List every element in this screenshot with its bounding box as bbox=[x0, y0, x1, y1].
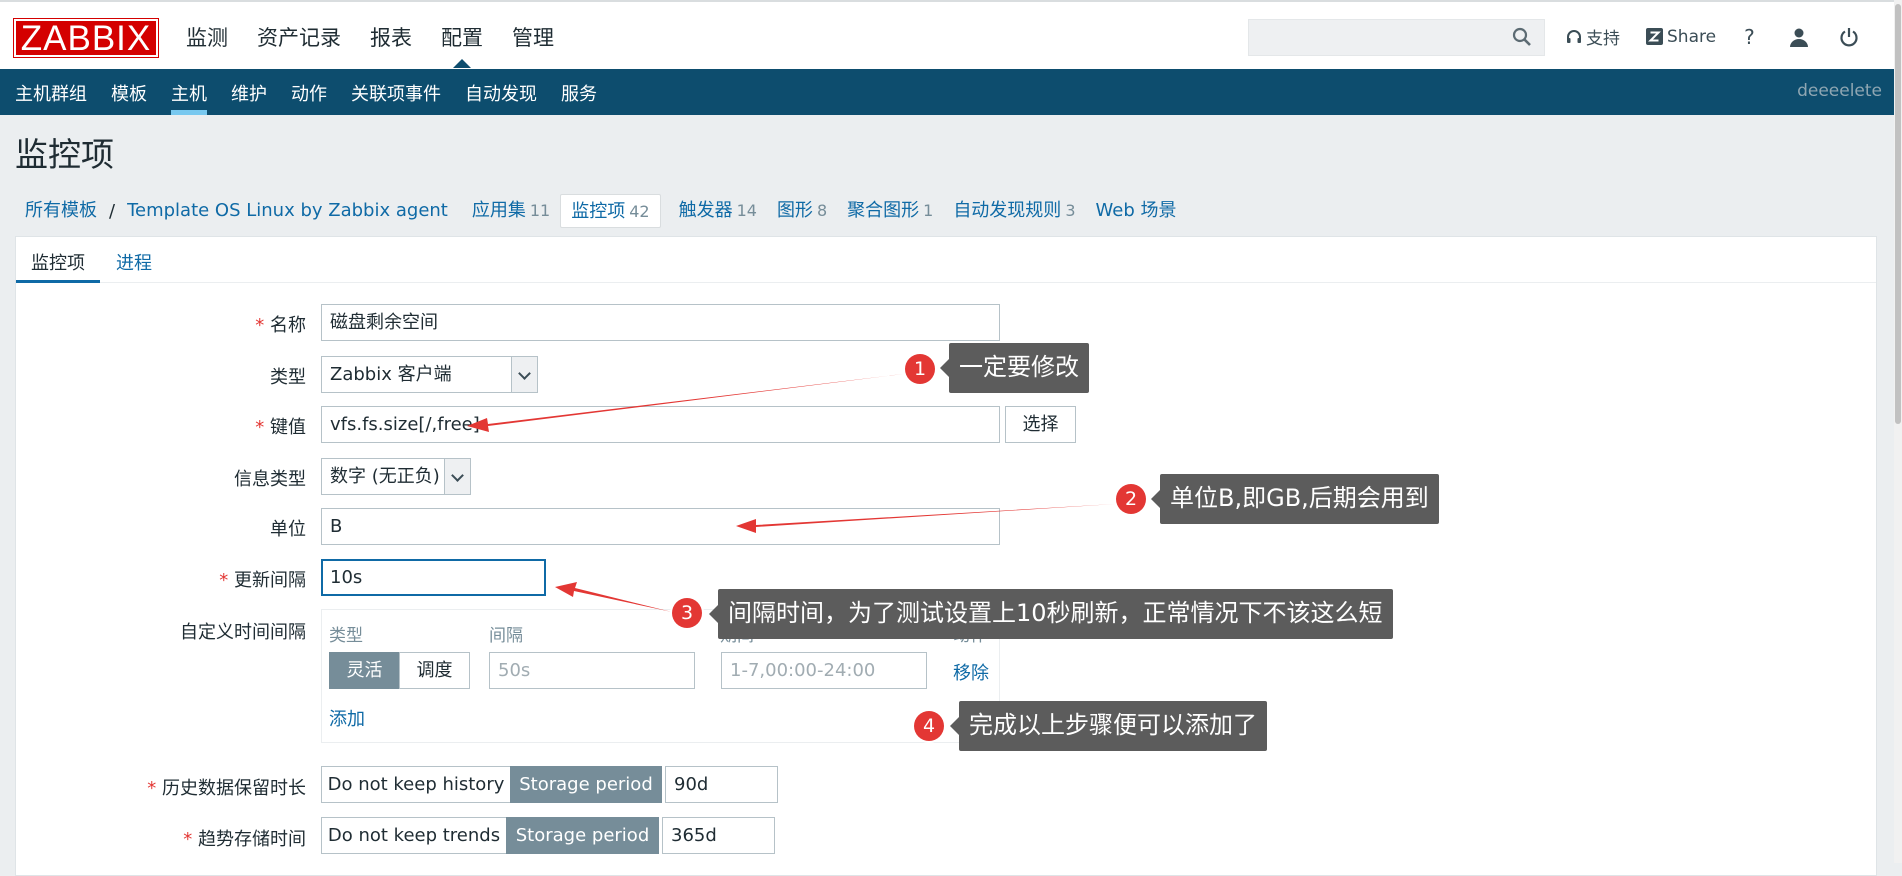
name-label: 名称 bbox=[255, 311, 306, 337]
share-link[interactable]: Share bbox=[1646, 27, 1716, 47]
units-label: 单位 bbox=[270, 519, 306, 540]
trends-period-field[interactable]: 365d bbox=[662, 817, 775, 854]
power-icon bbox=[1840, 27, 1858, 46]
subnav-hosts[interactable]: 主机 bbox=[171, 80, 207, 115]
type-label: 类型 bbox=[270, 367, 306, 388]
tab-preprocessing[interactable]: 进程 bbox=[116, 249, 152, 275]
key-field[interactable]: vfs.fs.size[/,free] bbox=[321, 406, 1000, 443]
col-interval-header: 间隔 bbox=[489, 626, 523, 646]
annotation-callout-4: 完成以上步骤便可以添加了 bbox=[950, 701, 1267, 751]
breadcrumb-web-scenarios[interactable]: Web 场景 bbox=[1086, 194, 1187, 228]
headset-icon bbox=[1567, 29, 1581, 43]
type-select[interactable]: Zabbix 客户端 bbox=[321, 356, 538, 393]
share-z-icon bbox=[1646, 28, 1663, 45]
custom-period-input[interactable]: 1-7,00:00-24:00 bbox=[721, 652, 927, 689]
trends-no-keep-toggle[interactable]: Do not keep trends bbox=[321, 817, 507, 854]
breadcrumb-items[interactable]: 监控项 42 bbox=[560, 194, 661, 228]
scrollbar-thumb[interactable] bbox=[1895, 4, 1901, 424]
chevron-down-icon bbox=[444, 459, 470, 494]
page-title: 监控项 bbox=[15, 135, 114, 174]
subnav-host-groups[interactable]: 主机群组 bbox=[15, 80, 87, 115]
flexible-toggle[interactable]: 灵活 bbox=[329, 652, 400, 689]
current-user: deeeelete bbox=[1797, 81, 1882, 101]
zabbix-logo[interactable]: ZABBIX bbox=[13, 18, 159, 58]
breadcrumb-all-templates[interactable]: 所有模板 bbox=[15, 194, 107, 228]
tab-item[interactable]: 监控项 bbox=[16, 249, 100, 283]
select-key-button[interactable]: 选择 bbox=[1005, 406, 1076, 443]
update-interval-field[interactable]: 10s bbox=[321, 559, 546, 596]
subnav-actions[interactable]: 动作 bbox=[291, 80, 327, 115]
breadcrumb-template[interactable]: Template OS Linux by Zabbix agent bbox=[117, 194, 458, 228]
subnav-maintenance[interactable]: 维护 bbox=[231, 80, 267, 115]
subnav-templates[interactable]: 模板 bbox=[111, 80, 147, 115]
key-label: 键值 bbox=[255, 413, 306, 439]
remove-interval-link[interactable]: 移除 bbox=[953, 659, 989, 685]
info-type-select[interactable]: 数字 (无正负) bbox=[321, 458, 471, 495]
history-label: 历史数据保留时长 bbox=[147, 774, 306, 800]
top-bar: ZABBIX 监测 资产记录 报表 配置 管理 支持 Share ? bbox=[0, 0, 1894, 69]
menu-reports[interactable]: 报表 bbox=[370, 22, 412, 68]
sub-navigation: 主机群组 模板 主机 维护 动作 关联项事件 自动发现 服务 deeeelete bbox=[0, 69, 1894, 115]
custom-intervals-label: 自定义时间间隔 bbox=[180, 622, 306, 643]
col-type-header: 类型 bbox=[329, 626, 363, 646]
breadcrumb-triggers[interactable]: 触发器 14 bbox=[669, 194, 767, 228]
menu-monitoring[interactable]: 监测 bbox=[186, 22, 228, 68]
annotation-badge-2: 2 bbox=[1116, 484, 1146, 514]
chevron-down-icon bbox=[511, 357, 537, 392]
annotation-callout-1: 一定要修改 bbox=[940, 343, 1089, 393]
search-icon[interactable] bbox=[1512, 27, 1532, 47]
trends-storage-toggle[interactable]: Storage period bbox=[506, 817, 659, 854]
name-field[interactable]: 磁盘剩余空间 bbox=[321, 304, 1000, 341]
units-field[interactable]: B bbox=[321, 508, 1000, 545]
breadcrumb-graphs[interactable]: 图形 8 bbox=[767, 194, 837, 228]
menu-inventory[interactable]: 资产记录 bbox=[257, 22, 341, 68]
page-scrollbar[interactable] bbox=[1894, 0, 1902, 863]
history-no-keep-toggle[interactable]: Do not keep history bbox=[321, 766, 511, 803]
main-menu: 监测 资产记录 报表 配置 管理 bbox=[186, 22, 554, 68]
breadcrumb: 所有模板 / Template OS Linux by Zabbix agent… bbox=[15, 194, 1186, 228]
annotation-callout-2: 单位B,即GB,后期会用到 bbox=[1151, 474, 1439, 524]
breadcrumb-screens[interactable]: 聚合图形 1 bbox=[837, 194, 943, 228]
history-period-field[interactable]: 90d bbox=[665, 766, 778, 803]
subnav-services[interactable]: 服务 bbox=[561, 80, 597, 115]
annotation-badge-4: 4 bbox=[914, 711, 944, 741]
breadcrumb-applications[interactable]: 应用集 11 bbox=[462, 194, 560, 228]
update-interval-label: 更新间隔 bbox=[219, 566, 306, 592]
add-interval-link[interactable]: 添加 bbox=[329, 705, 365, 731]
support-link[interactable]: 支持 bbox=[1566, 24, 1620, 49]
share-label: Share bbox=[1667, 26, 1717, 47]
help-button[interactable]: ? bbox=[1744, 25, 1755, 49]
help-icon: ? bbox=[1744, 24, 1755, 49]
trends-label: 趋势存储时间 bbox=[183, 825, 306, 851]
info-type-label: 信息类型 bbox=[234, 469, 306, 490]
breadcrumb-separator: / bbox=[109, 200, 116, 222]
logout-button[interactable] bbox=[1839, 27, 1859, 47]
history-storage-toggle[interactable]: Storage period bbox=[510, 766, 662, 803]
menu-configuration[interactable]: 配置 bbox=[441, 22, 483, 68]
annotation-callout-3: 间隔时间，为了测试设置上10秒刷新，正常情况下不该这么短 bbox=[709, 589, 1393, 639]
annotation-badge-1: 1 bbox=[905, 354, 935, 384]
support-label: 支持 bbox=[1586, 29, 1620, 49]
custom-interval-input[interactable]: 50s bbox=[489, 652, 695, 689]
user-icon bbox=[1789, 28, 1808, 47]
subnav-discovery[interactable]: 自动发现 bbox=[465, 80, 537, 115]
search-input[interactable] bbox=[1248, 19, 1545, 56]
breadcrumb-discovery-rules[interactable]: 自动发现规则 3 bbox=[943, 194, 1085, 228]
subnav-correlation[interactable]: 关联项事件 bbox=[351, 80, 441, 115]
scheduling-toggle[interactable]: 调度 bbox=[399, 652, 470, 689]
profile-button[interactable] bbox=[1789, 27, 1809, 47]
menu-administration[interactable]: 管理 bbox=[512, 22, 554, 68]
header-tools: 支持 Share ? bbox=[1566, 24, 1859, 49]
annotation-badge-3: 3 bbox=[672, 598, 702, 628]
form-tabs: 监控项 进程 bbox=[16, 237, 1876, 283]
